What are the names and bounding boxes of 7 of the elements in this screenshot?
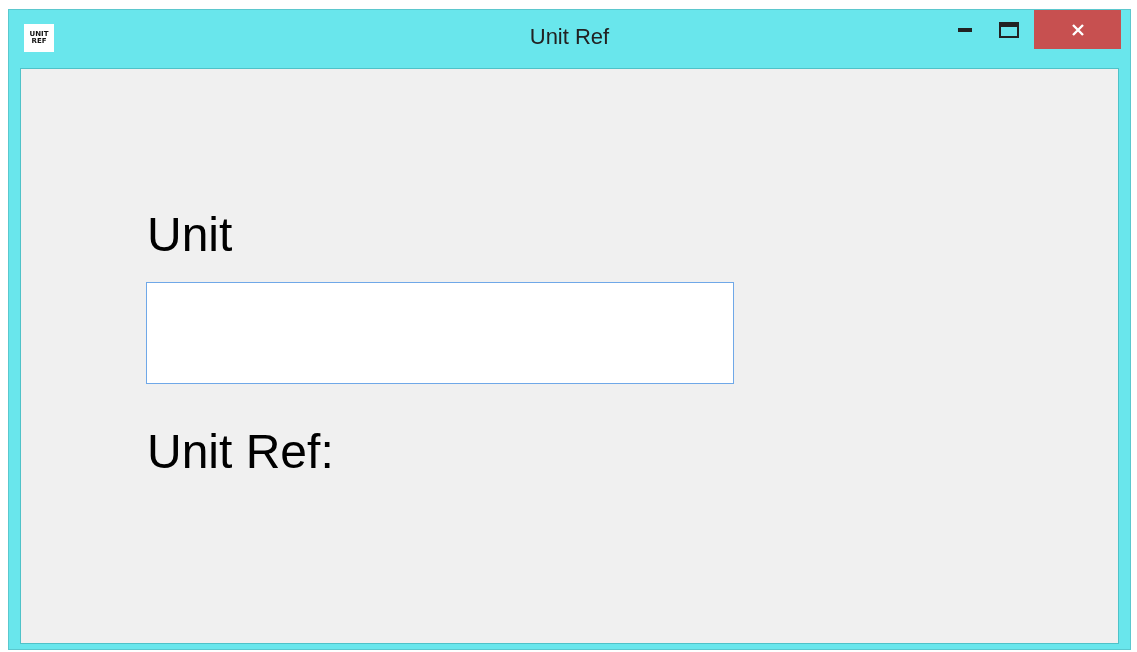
window-title: Unit Ref bbox=[529, 24, 610, 49]
unit-label: Unit bbox=[147, 207, 233, 262]
minimize-icon bbox=[958, 28, 972, 32]
maximize-icon bbox=[999, 22, 1019, 38]
unit-input-field[interactable] bbox=[146, 282, 734, 384]
close-icon bbox=[1070, 22, 1085, 37]
unit-ref-label: Unit Ref: bbox=[147, 424, 334, 479]
